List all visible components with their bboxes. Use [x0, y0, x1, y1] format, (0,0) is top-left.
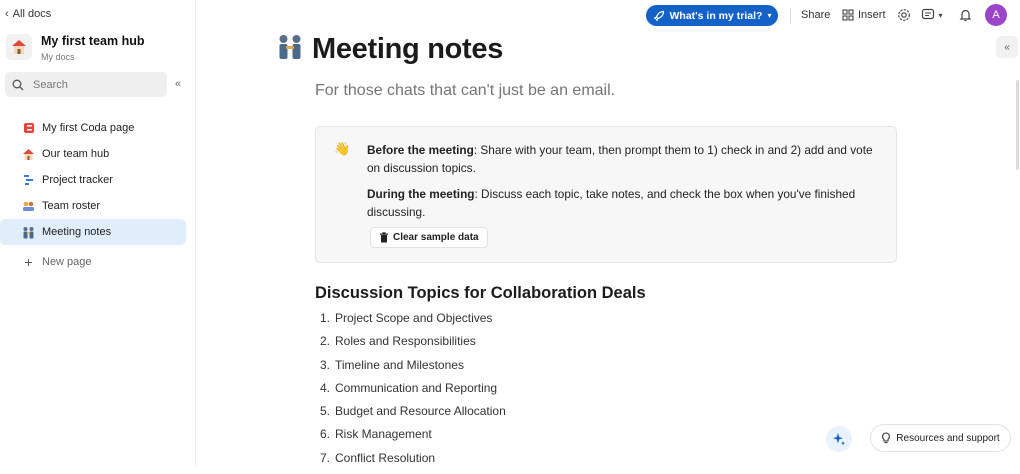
chevron-down-icon: ▾ — [767, 11, 772, 20]
list-item: 2. Roles and Responsibilities — [320, 334, 476, 349]
doc-subtitle: My docs — [41, 52, 75, 62]
share-button[interactable]: Share — [801, 9, 830, 21]
collapse-sidebar-icon[interactable]: « — [175, 78, 181, 90]
sidebar-item-label: Our team hub — [42, 148, 110, 160]
house-icon — [22, 148, 35, 161]
notification-bell-icon[interactable] — [957, 7, 973, 23]
comments-icon[interactable]: ▾ — [919, 7, 945, 23]
waving-hand-icon: 👋 — [334, 141, 351, 156]
sparkle-icon — [833, 433, 845, 446]
chevron-down-icon: ▾ — [938, 10, 943, 20]
scrollbar[interactable] — [1016, 80, 1019, 170]
settings-gear-icon[interactable] — [896, 7, 912, 23]
lightbulb-icon — [882, 432, 891, 444]
house-icon — [6, 34, 32, 60]
all-docs-link[interactable]: ‹ All docs — [5, 8, 51, 20]
chevron-left-icon: ‹ — [5, 8, 9, 20]
topics-list: 1. Project Scope and Objectives 2. Roles a… — [320, 311, 506, 474]
ai-sparkle-button[interactable] — [826, 426, 852, 452]
toolbar-divider — [790, 8, 791, 24]
resources-support-button[interactable]: Resources and support — [870, 424, 1011, 452]
sidebar-item-project-tracker[interactable]: Project tracker — [0, 167, 196, 193]
sidebar-item-label: Team roster — [42, 200, 101, 212]
before-meeting-text: Before the meeting: Share with your team… — [367, 143, 873, 175]
trial-button[interactable]: What's in my trial? ▾ — [646, 5, 778, 26]
page-title: Meeting notes — [312, 33, 504, 65]
sidebar-item-team-roster[interactable]: Team roster — [0, 193, 196, 219]
list-item: 4. Communication and Reporting — [320, 380, 498, 395]
avatar[interactable]: A — [985, 4, 1007, 26]
list-item: 7. Conflict Resolution — [320, 450, 436, 465]
sidebar-item-our-team-hub[interactable]: Our team hub — [0, 141, 196, 167]
people-icon — [22, 200, 35, 213]
plus-icon: + — [24, 254, 33, 270]
new-page-button[interactable]: + New page — [0, 249, 196, 275]
gantt-icon — [22, 174, 35, 187]
new-page-label: New page — [42, 256, 92, 268]
page-header: Meeting notes — [276, 33, 503, 66]
sidebar-item-label: Meeting notes — [42, 226, 112, 238]
during-meeting-text: During the meeting: Discuss each topic, … — [367, 187, 856, 219]
sidebar-item-label: Project tracker — [42, 174, 113, 186]
insert-button[interactable]: Insert — [842, 9, 886, 21]
doc-header[interactable]: My first team hub My docs — [6, 34, 145, 62]
page-list: My first Coda page Our team hub Project … — [0, 115, 196, 275]
list-item: 1. Project Scope and Objectives — [320, 311, 493, 325]
search-icon — [12, 79, 24, 90]
page-subtitle: For those chats that can't just be an em… — [315, 82, 616, 99]
list-item: 6. Risk Management — [320, 427, 432, 442]
insert-label: Insert — [858, 9, 886, 21]
sidebar: ‹ All docs My first team hub My docs Sea… — [0, 0, 196, 467]
coda-page-icon — [22, 122, 35, 135]
meeting-people-icon — [276, 33, 304, 66]
list-item: 5. Budget and Resource Allocation — [320, 404, 506, 419]
instructions-callout: 👋 Before the meeting: Share with your te… — [315, 126, 897, 263]
sidebar-item-label: My first Coda page — [42, 122, 135, 134]
doc-title: My first team hub — [41, 34, 145, 48]
search-input[interactable]: Search — [5, 72, 167, 97]
sidebar-item-my-first-coda-page[interactable]: My first Coda page — [0, 115, 196, 141]
trial-label: What's in my trial? — [669, 9, 763, 22]
clear-sample-data-button[interactable]: Clear sample data — [370, 227, 488, 248]
expand-panel-icon[interactable]: « — [996, 36, 1018, 58]
grid-icon — [842, 9, 854, 21]
search-placeholder: Search — [33, 78, 68, 91]
rocket-icon — [653, 10, 664, 21]
list-item: 3. Timeline and Milestones — [320, 357, 464, 372]
trash-icon — [380, 232, 388, 243]
meeting-people-icon — [22, 226, 35, 239]
sidebar-item-meeting-notes[interactable]: Meeting notes — [0, 219, 186, 245]
section-heading: Discussion Topics for Collaboration Deal… — [315, 284, 646, 302]
